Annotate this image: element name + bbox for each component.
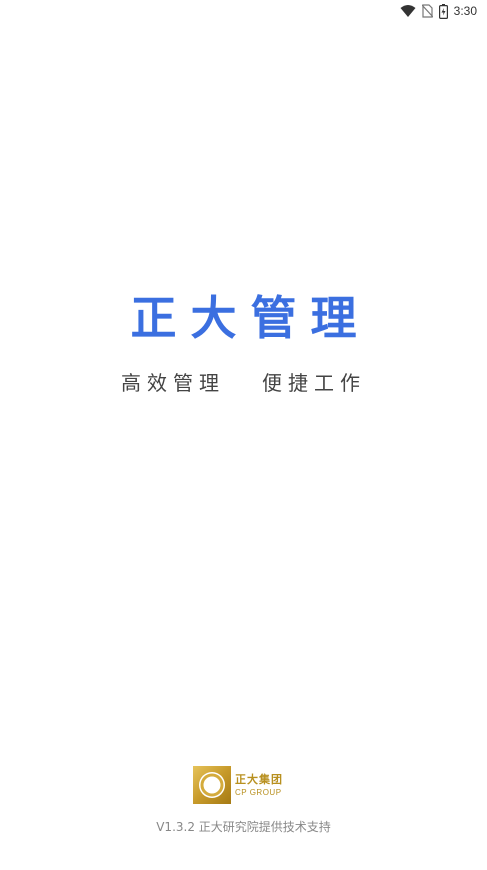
logo-chinese-name: 正大集团: [235, 772, 283, 786]
status-bar: 3:30: [0, 0, 487, 22]
logo-text: 正大集团 CP GROUP: [235, 773, 283, 798]
status-time: 3:30: [453, 4, 477, 18]
wifi-icon: [400, 4, 416, 18]
status-icons: 3:30: [400, 3, 477, 19]
battery-icon: [438, 3, 448, 19]
app-title: 正大管理: [130, 291, 371, 345]
version-support-text: V1.3.2 正大研究院提供技术支持: [156, 820, 331, 834]
logo-english-name: CP GROUP: [235, 787, 282, 797]
app-slogan: 高效管理 便捷工作: [120, 371, 367, 395]
no-sim-icon: [421, 4, 433, 18]
cp-group-logo: 正大集团 CP GROUP: [193, 766, 283, 804]
cp-logo-icon: [193, 766, 231, 804]
